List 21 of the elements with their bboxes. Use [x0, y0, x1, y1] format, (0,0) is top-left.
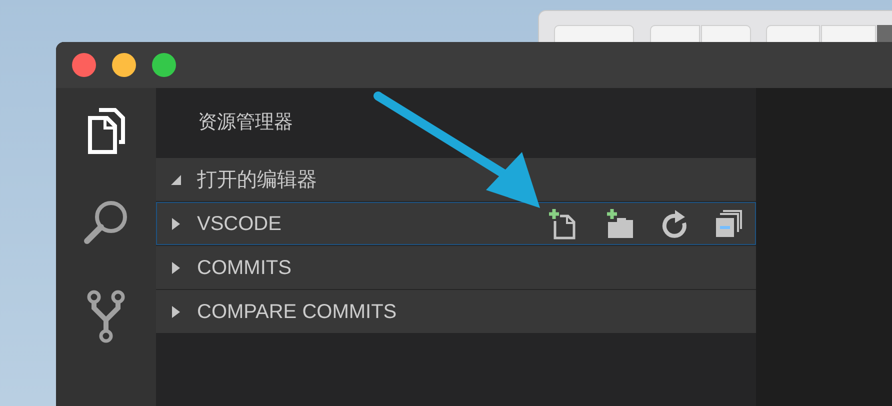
collapse-all-icon[interactable]	[715, 208, 743, 238]
section-header[interactable]: COMMITS	[156, 246, 756, 289]
refresh-icon[interactable]	[661, 208, 689, 238]
files-icon[interactable]	[87, 108, 125, 154]
expanded-icon	[171, 174, 181, 184]
section-label: COMPARE COMMITS	[197, 300, 398, 324]
minimize-button[interactable]	[112, 53, 136, 77]
collapsed-icon	[172, 306, 180, 318]
section-header[interactable]: COMPARE COMMITS	[156, 290, 756, 333]
section-label: VSCODE	[197, 212, 282, 236]
source-control-icon[interactable]	[86, 290, 126, 344]
sidebar-title: 资源管理器	[198, 110, 293, 135]
search-icon[interactable]	[82, 198, 130, 246]
section-header[interactable]: VSCODE	[156, 202, 756, 245]
close-button[interactable]	[72, 53, 96, 77]
section-label: COMMITS	[197, 256, 292, 280]
section-header[interactable]: 打开的编辑器	[156, 158, 756, 201]
zoom-button[interactable]	[152, 53, 176, 77]
section-label: 打开的编辑器	[197, 168, 318, 192]
collapsed-icon	[172, 262, 180, 274]
collapsed-icon	[172, 218, 180, 230]
